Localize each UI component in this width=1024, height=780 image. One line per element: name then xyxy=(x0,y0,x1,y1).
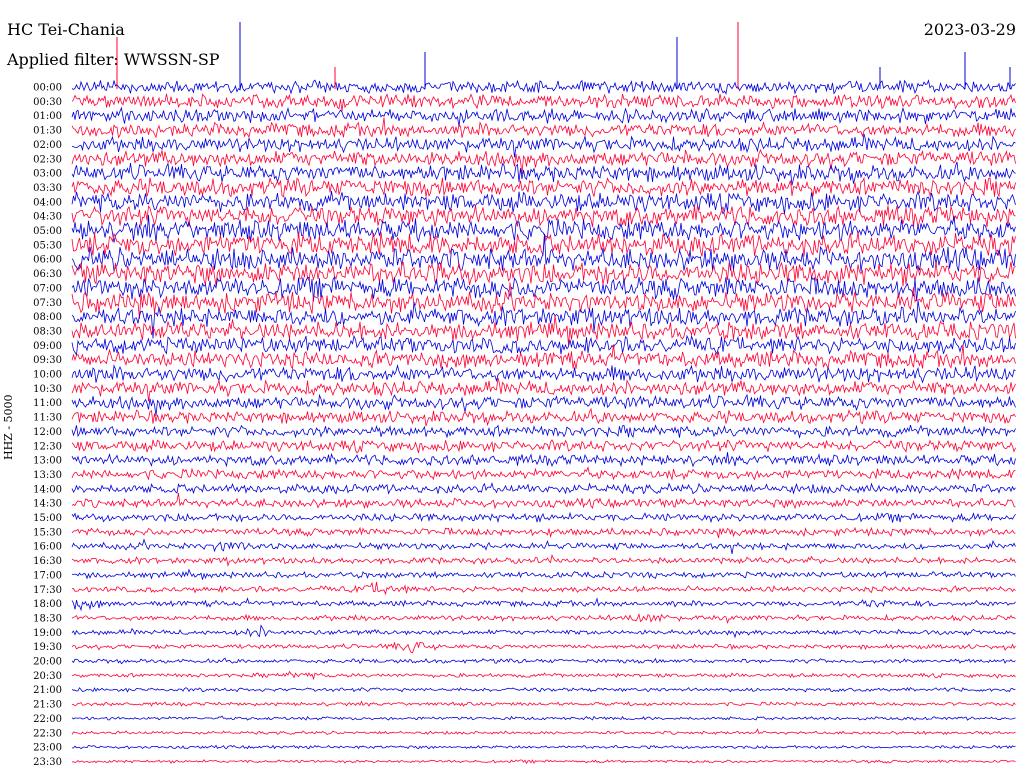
row-time-label: 07:00 xyxy=(33,283,62,294)
trace-1830 xyxy=(71,613,1016,624)
trace-2000 xyxy=(71,657,1016,665)
row-time-label: 01:30 xyxy=(33,126,62,137)
trace-1300 xyxy=(71,452,1016,468)
row-time-label: 09:00 xyxy=(33,341,62,352)
row-time-label: 14:00 xyxy=(33,484,62,495)
row-time-label: 05:30 xyxy=(33,240,62,251)
row-time-label: 04:00 xyxy=(33,197,62,208)
trace-1430 xyxy=(71,492,1016,510)
row-time-label: 15:30 xyxy=(33,527,62,538)
trace-0030 xyxy=(71,93,1016,112)
trace-1500 xyxy=(71,511,1016,524)
trace-1000 xyxy=(71,364,1016,384)
row-time-label: 06:30 xyxy=(33,269,62,280)
trace-0830 xyxy=(71,315,1016,346)
trace-2130 xyxy=(71,700,1016,707)
row-time-label: 09:30 xyxy=(33,355,62,366)
row-time-label: 19:30 xyxy=(33,642,62,653)
row-time-label: 17:30 xyxy=(33,585,62,596)
row-time-label: 13:30 xyxy=(33,470,62,481)
row-time-label: 23:30 xyxy=(33,757,62,768)
row-time-label: 17:00 xyxy=(33,570,62,581)
row-time-label: 07:30 xyxy=(33,298,62,309)
trace-0200 xyxy=(71,133,1016,158)
trace-1230 xyxy=(71,439,1016,454)
trace-1330 xyxy=(71,466,1016,481)
trace-0500 xyxy=(71,214,1016,243)
trace-0130 xyxy=(71,117,1016,139)
row-time-label: 11:00 xyxy=(33,398,62,409)
trace-0330 xyxy=(71,176,1016,198)
row-time-label: 04:30 xyxy=(33,212,62,223)
row-time-label: 15:00 xyxy=(33,513,62,524)
trace-1800 xyxy=(71,597,1016,612)
row-time-label: 18:00 xyxy=(33,599,62,610)
row-time-label: 16:30 xyxy=(33,556,62,567)
trace-0100 xyxy=(71,106,1016,127)
trace-1600 xyxy=(71,538,1016,554)
trace-2230 xyxy=(71,728,1016,736)
row-time-label: 08:00 xyxy=(33,312,62,323)
row-time-label: 03:00 xyxy=(33,169,62,180)
row-time-label: 19:00 xyxy=(33,628,62,639)
row-time-label: 20:30 xyxy=(33,671,62,682)
helicorder-chart: 00:00 00:30 01:00 01:30 02:00 02:30 03:00 03:30… xyxy=(33,22,1016,768)
row-time-label: 00:00 xyxy=(33,83,62,94)
row-time-label: 18:30 xyxy=(33,613,62,624)
row-time-label: 11:30 xyxy=(33,413,62,424)
row-time-label: 03:30 xyxy=(33,183,62,194)
row-time-label: 13:00 xyxy=(33,456,62,467)
row-time-label: 16:00 xyxy=(33,542,62,553)
row-time-label: 21:30 xyxy=(33,700,62,711)
row-time-label: 22:30 xyxy=(33,728,62,739)
row-time-label: 14:30 xyxy=(33,499,62,510)
row-time-label: 08:30 xyxy=(33,326,62,337)
trace-2030 xyxy=(71,670,1016,681)
trace-1900 xyxy=(71,624,1016,639)
row-time-label: 23:00 xyxy=(33,743,62,754)
row-time-label: 02:30 xyxy=(33,154,62,165)
trace-1400 xyxy=(71,482,1016,495)
trace-2100 xyxy=(71,686,1016,693)
row-time-label: 22:00 xyxy=(33,714,62,725)
trace-1700 xyxy=(71,568,1016,580)
trace-2300 xyxy=(71,744,1016,750)
trace-0700 xyxy=(71,275,1016,302)
seismogram-page: HC Tei-Chania 2023-03-29 Applied filter:… xyxy=(0,0,1024,780)
row-time-label: 10:30 xyxy=(33,384,62,395)
row-time-label: 20:00 xyxy=(33,657,62,668)
row-time-label: 21:00 xyxy=(33,685,62,696)
trace-2330 xyxy=(71,759,1016,765)
trace-1100 xyxy=(71,393,1016,416)
row-time-label: 01:00 xyxy=(33,111,62,122)
trace-1130 xyxy=(71,407,1016,427)
trace-1930 xyxy=(71,641,1016,654)
row-time-label: 00:30 xyxy=(33,97,62,108)
trace-0430 xyxy=(71,205,1016,228)
trace-1030 xyxy=(71,377,1016,402)
trace-0600 xyxy=(71,233,1016,273)
row-time-label: 12:30 xyxy=(33,441,62,452)
trace-1200 xyxy=(71,424,1016,439)
trace-0000 xyxy=(71,79,1016,95)
trace-2200 xyxy=(71,715,1016,721)
trace-1530 xyxy=(71,526,1016,539)
trace-1630 xyxy=(71,553,1016,568)
trace-1730 xyxy=(71,581,1016,596)
trace-0900 xyxy=(71,334,1016,356)
row-time-label: 02:00 xyxy=(33,140,62,151)
row-time-label: 05:00 xyxy=(33,226,62,237)
row-time-label: 12:00 xyxy=(33,427,62,438)
row-time-label: 06:00 xyxy=(33,255,62,266)
row-time-label: 10:00 xyxy=(33,370,62,381)
